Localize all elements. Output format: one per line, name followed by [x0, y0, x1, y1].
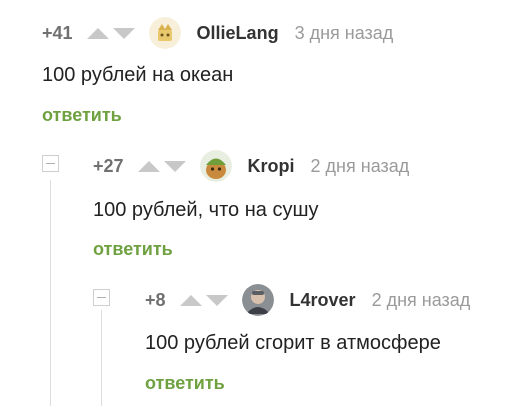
upvote-arrow-icon[interactable] — [179, 294, 202, 306]
downvote-arrow-icon[interactable] — [205, 294, 228, 306]
comment-header: +27 Kropi 2 дня назад — [93, 149, 409, 183]
comment-rating: +8 — [145, 289, 166, 310]
comment: +27 Kropi 2 дня назад 100 рублей, что на… — [93, 149, 513, 264]
comment-time: 3 дня назад — [294, 22, 394, 43]
avatar[interactable] — [148, 17, 181, 49]
comment: +41 OllieLang 3 дня назад 100 рублей на … — [42, 16, 512, 131]
downvote-arrow-icon[interactable] — [112, 27, 135, 39]
comment-rating: +27 — [93, 155, 124, 176]
upvote-arrow-icon[interactable] — [86, 27, 109, 39]
comment-rating: +41 — [42, 22, 73, 43]
collapse-thread-button[interactable] — [93, 289, 110, 306]
downvote-arrow-icon[interactable] — [163, 160, 186, 172]
comment-author[interactable]: Kropi — [248, 156, 295, 177]
comment-author[interactable]: OllieLang — [197, 23, 279, 44]
reply-button[interactable]: ответить — [42, 105, 122, 126]
reply-button[interactable]: ответить — [93, 239, 173, 260]
thread-line-level-1 — [50, 180, 51, 406]
comment-header: +8 L4rover 2 дня назад — [145, 283, 470, 317]
comment-author[interactable]: L4rover — [290, 290, 356, 311]
comment: +8 L4rover 2 дня назад 100 рублей сгорит… — [145, 283, 515, 398]
reply-button[interactable]: ответить — [145, 373, 225, 394]
comment-text: 100 рублей на океан — [42, 64, 234, 86]
avatar[interactable] — [199, 150, 232, 182]
comment-time: 2 дня назад — [310, 155, 410, 176]
avatar[interactable] — [241, 284, 274, 316]
comment-text: 100 рублей, что на сушу — [93, 199, 319, 221]
comment-text: 100 рублей сгорит в атмосфере — [145, 332, 441, 354]
upvote-arrow-icon[interactable] — [137, 160, 160, 172]
thread-line-level-2 — [101, 310, 102, 406]
comment-header: +41 OllieLang 3 дня назад — [42, 16, 393, 50]
comment-time: 2 дня назад — [371, 289, 471, 310]
collapse-thread-button[interactable] — [42, 155, 59, 172]
